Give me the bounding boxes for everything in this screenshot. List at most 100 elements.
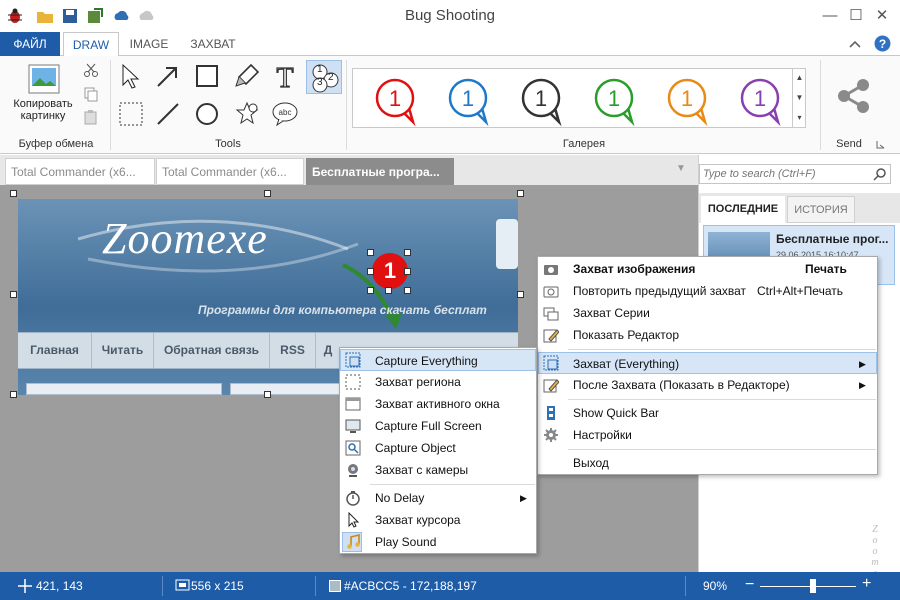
scissors-icon[interactable] (83, 62, 99, 78)
gallery-bubble-number: 1 (389, 86, 401, 111)
doc-tab-1[interactable]: Total Commander (x6... (5, 158, 155, 185)
tab-image[interactable]: IMAGE (122, 32, 176, 56)
doc-tab-3[interactable]: Бесплатные програ... (306, 158, 454, 185)
tab-list-icon[interactable]: ▼ (676, 163, 686, 174)
submenu-capture-everything[interactable]: Capture Everything (340, 349, 536, 371)
music-note-icon (347, 534, 360, 549)
rectangle-tool-icon[interactable] (193, 62, 221, 90)
tab-draw[interactable]: DRAW (63, 32, 119, 57)
menu-show-editor[interactable]: Показать Редактор (538, 324, 877, 346)
number-marker[interactable]: 1 (372, 253, 408, 289)
menu-repeat-capture[interactable]: Повторить предыдущий захват Ctrl+Alt+Печ… (538, 280, 877, 302)
menu-exit-label: Выход (573, 456, 609, 470)
marker-handle[interactable] (385, 287, 392, 294)
gallery-down-icon[interactable]: ▼ (793, 88, 806, 108)
highlighter-tool-icon[interactable] (233, 62, 261, 90)
gallery-more-icon[interactable]: ▾ (793, 108, 806, 128)
resize-handle[interactable] (517, 190, 524, 197)
submenu-capture-region-label: Захват региона (375, 375, 461, 389)
copy-icon[interactable] (83, 86, 99, 102)
share-icon[interactable] (836, 78, 872, 114)
arrow-tool-icon[interactable] (154, 62, 182, 90)
gallery-bubble-1[interactable]: 1 (375, 78, 416, 127)
stamp-tool-icon[interactable] (233, 100, 261, 128)
gallery-bubble-4[interactable]: 1 (594, 78, 635, 127)
resize-handle[interactable] (10, 391, 17, 398)
submenu-play-sound-label: Play Sound (375, 535, 437, 549)
counter-tool-icon (312, 64, 339, 93)
group-launcher-icon[interactable] (876, 140, 885, 149)
menu-capture-series[interactable]: Захват Серии (538, 302, 877, 324)
color-swatch (329, 580, 341, 592)
zoom-slider-thumb[interactable] (809, 579, 816, 593)
tab-recent[interactable]: ПОСЛЕДНИЕ (701, 196, 785, 223)
menu-capture-everything[interactable]: Захват (Everything) ▶ (538, 352, 877, 374)
submenu-capture-camera[interactable]: Захват с камеры (340, 459, 536, 481)
submenu-no-delay[interactable]: No Delay ▶ (340, 487, 536, 509)
zoom-out-button[interactable]: − (745, 576, 754, 594)
resize-handle[interactable] (264, 190, 271, 197)
submenu-capture-object[interactable]: Capture Object (340, 437, 536, 459)
image-icon[interactable] (28, 64, 60, 94)
submenu-play-sound[interactable]: Play Sound (340, 531, 536, 553)
resize-handle[interactable] (10, 291, 17, 298)
search-box[interactable] (699, 164, 891, 184)
resize-handle[interactable] (517, 291, 524, 298)
zoom-slider-track[interactable] (760, 586, 856, 587)
zoom-in-button[interactable]: + (862, 575, 871, 593)
menu-show-quick-bar[interactable]: Show Quick Bar (538, 402, 877, 424)
context-menu: Захват изображения Печать Повторить пред… (537, 256, 878, 475)
search-input[interactable] (703, 166, 869, 182)
paste-icon[interactable] (83, 109, 99, 125)
collapse-ribbon-icon[interactable] (848, 38, 862, 50)
pointer-tool-icon[interactable] (117, 62, 145, 90)
menu-exit[interactable]: Выход (538, 452, 877, 474)
copy-image-button[interactable]: Копировать картинку (4, 98, 82, 122)
gallery-bubble-6[interactable]: 1 (740, 78, 781, 127)
callout-tool-icon[interactable]: abc (271, 100, 299, 128)
gallery-up-icon[interactable]: ▲ (793, 68, 806, 88)
doc-tab-2[interactable]: Total Commander (x6... (156, 158, 304, 185)
ellipse-tool-icon[interactable] (193, 100, 221, 128)
menu-settings[interactable]: Настройки (538, 424, 877, 446)
tab-capture[interactable]: ЗАХВАТ (182, 32, 244, 56)
submenu-capture-region[interactable]: Захват региона (340, 371, 536, 393)
minimize-button[interactable]: — (820, 6, 840, 26)
search-icon[interactable] (873, 167, 887, 181)
region-select-tool-icon[interactable] (117, 100, 145, 128)
maximize-button[interactable]: ☐ (846, 6, 866, 26)
gallery-bubble-3[interactable]: 1 (521, 78, 562, 127)
tab-file[interactable]: ФАЙЛ (0, 32, 60, 56)
menu-after-capture[interactable]: После Захвата (Показать в Редакторе) ▶ (538, 374, 877, 396)
gallery-scroll[interactable]: ▲ ▼ ▾ (792, 68, 806, 128)
marker-handle[interactable] (367, 287, 374, 294)
dimensions-icon (175, 579, 190, 591)
menu-capture-image[interactable]: Захват изображения Печать (538, 258, 877, 280)
gear-icon (544, 428, 558, 442)
counter-tool-button[interactable]: 1 2 3 (306, 60, 342, 94)
gallery-bubble-2[interactable]: 1 (448, 78, 489, 127)
object-icon (345, 440, 361, 456)
submenu-capture-active-window[interactable]: Захват активного окна (340, 393, 536, 415)
tab-history[interactable]: ИСТОРИЯ (787, 196, 855, 223)
gallery-bubble-5[interactable]: 1 (667, 78, 708, 127)
submenu-capture-full-screen[interactable]: Capture Full Screen (340, 415, 536, 437)
submenu-capture-cursor[interactable]: Захват курсора (340, 509, 536, 531)
marker-handle[interactable] (367, 268, 374, 275)
site-tagline: Программы для компьютера скачать бесплат (198, 303, 487, 317)
pixel-color: #ACBCC5 - 172,188,197 (344, 579, 477, 593)
marker-handle[interactable] (404, 249, 411, 256)
crosshair-icon (18, 579, 32, 593)
close-button[interactable]: ✕ (872, 6, 892, 26)
help-icon[interactable]: ? (874, 35, 891, 52)
line-tool-icon[interactable] (154, 100, 182, 128)
text-tool-icon[interactable]: T (271, 62, 299, 90)
marker-handle[interactable] (404, 287, 411, 294)
menu-repeat-capture-label: Повторить предыдущий захват (573, 284, 747, 298)
resize-handle[interactable] (10, 190, 17, 197)
resize-handle[interactable] (264, 391, 271, 398)
site-nav-home: Главная (18, 333, 92, 368)
marker-handle[interactable] (404, 268, 411, 275)
menu-separator (568, 449, 876, 450)
marker-handle[interactable] (367, 249, 374, 256)
